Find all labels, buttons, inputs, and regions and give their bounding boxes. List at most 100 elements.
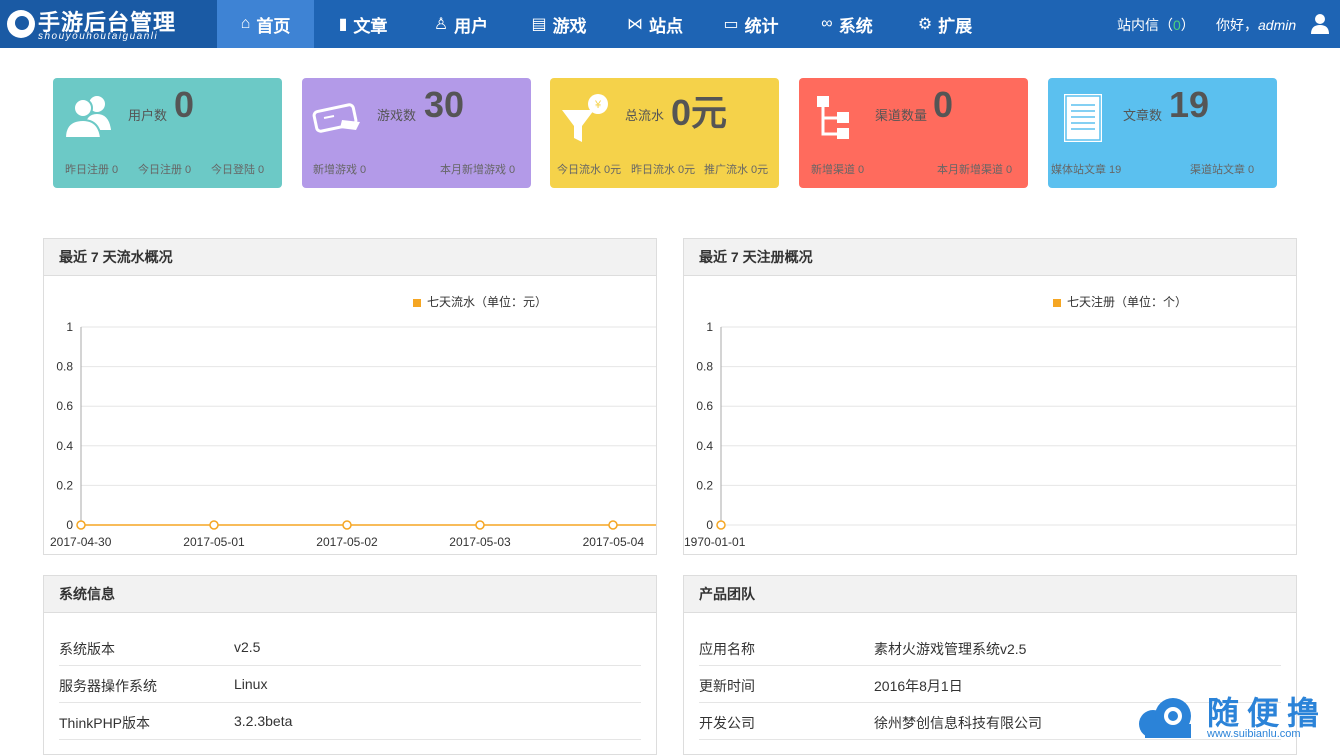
- nav-label: 系统: [838, 16, 873, 36]
- nav-home[interactable]: ⌂ 首页: [217, 0, 314, 48]
- x-tick-label: 1970-01-01: [684, 535, 746, 549]
- x-tick-label: 2017-05-04: [583, 535, 645, 549]
- info-key: 更新时间: [699, 678, 755, 694]
- stat-label: 文章数: [1123, 108, 1163, 123]
- watermark-url: www.suibianlu.com: [1207, 728, 1301, 740]
- inbox-label: 站内信（: [1117, 17, 1173, 33]
- stat-sub: 昨日流水 0元: [631, 164, 696, 176]
- nav-stats[interactable]: ▭ 统计: [708, 0, 794, 48]
- info-key: 服务器操作系统: [59, 678, 157, 694]
- panel-title: 产品团队: [684, 576, 1296, 613]
- nav-label: 文章: [353, 16, 388, 36]
- x-tick-label: 2017-05-01: [183, 535, 245, 549]
- document-icon: ▤: [531, 16, 547, 33]
- inbox-suffix: ）: [1180, 17, 1195, 33]
- data-point: [716, 520, 726, 530]
- greeting-text: 你好，: [1216, 17, 1258, 33]
- inbox-link[interactable]: 站内信（0）: [1117, 15, 1195, 35]
- info-value: 徐州梦创信息科技有限公司: [874, 715, 1042, 731]
- stat-sub: 今日注册 0: [138, 164, 192, 176]
- panel-title: 最近 7 天流水概况: [44, 239, 656, 276]
- x-tick-label: 2017-05-02: [316, 535, 378, 549]
- nav-sites[interactable]: ⋈ 站点: [612, 0, 698, 48]
- logo-subtitle: shouyouhoutaiguanli: [38, 31, 159, 42]
- info-value: 2016年8月1日: [874, 678, 963, 694]
- nav-articles[interactable]: ▮ 文章: [320, 0, 406, 48]
- svg-text:¥: ¥: [594, 99, 602, 111]
- stat-label: 总流水: [625, 108, 665, 123]
- sitemap-icon: [817, 96, 849, 139]
- watermark: 随便撸 www.suibianlu.com: [1133, 688, 1333, 744]
- stat-sub: 本月新增游戏 0: [440, 164, 516, 176]
- gamepad-icon: [312, 103, 360, 133]
- stat-label: 游戏数: [377, 108, 417, 123]
- data-point: [76, 520, 86, 530]
- user-avatar-icon[interactable]: [1310, 13, 1330, 35]
- nav-extend[interactable]: ⚙ 扩展: [902, 0, 988, 48]
- y-tick-label: 0.2: [696, 478, 713, 492]
- x-tick-label: 2017-04-30: [50, 535, 112, 549]
- user-greeting[interactable]: 你好，admin: [1216, 15, 1296, 35]
- y-tick-label: 0.6: [56, 399, 73, 413]
- stat-value: 0: [174, 84, 195, 125]
- y-tick-label: 1: [706, 320, 713, 334]
- username: admin: [1258, 17, 1297, 33]
- revenue-panel: 最近 7 天流水概况 七天流水（单位：元） 0 0.2 0.4 0.6 0.8 1 2017…: [43, 238, 657, 555]
- data-point: [342, 520, 352, 530]
- info-value: Linux: [234, 676, 268, 692]
- stat-label: 渠道数量: [875, 108, 928, 123]
- panel-title: 系统信息: [44, 576, 656, 613]
- stat-sub: 新增渠道 0: [811, 164, 865, 176]
- info-row: 服务器操作系统 Linux: [59, 666, 641, 703]
- stat-card-revenue: ¥ 总流水 0元 今日流水 0元 昨日流水 0元 推广流水 0元: [550, 78, 779, 188]
- system-info-panel: 系统信息 系统版本 v2.5 服务器操作系统 Linux ThinkPHP版本 3.2…: [43, 575, 657, 755]
- nav-label: 首页: [256, 16, 291, 36]
- stat-sub: 昨日注册 0: [65, 164, 119, 176]
- stat-value: 19: [1169, 84, 1210, 125]
- stat-label: 用户数: [128, 108, 168, 123]
- register-chart: 0 0.2 0.4 0.6 0.8 1 1970-01-01: [684, 320, 1296, 549]
- info-key: ThinkPHP版本: [59, 715, 151, 731]
- y-tick-label: 0.4: [56, 439, 73, 453]
- info-row: 系统版本 v2.5: [59, 629, 641, 666]
- nav-label: 站点: [649, 16, 683, 36]
- monitor-icon: ▭: [723, 16, 739, 33]
- stat-sub: 本月新增渠道 0: [937, 164, 1013, 176]
- nav-games[interactable]: ▤ 游戏: [516, 0, 602, 48]
- logo[interactable]: 手游后台管理 shouyouhoutaiguanli: [0, 0, 217, 48]
- stat-value: 30: [424, 84, 465, 125]
- y-tick-label: 0.8: [56, 360, 73, 374]
- data-point: [475, 520, 485, 530]
- info-row: 应用名称 素材火游戏管理系统v2.5: [699, 629, 1281, 666]
- y-tick-label: 1: [66, 320, 73, 334]
- info-key: 系统版本: [59, 641, 115, 657]
- y-tick-label: 0.6: [696, 399, 713, 413]
- stat-sub: 今日流水 0元: [557, 164, 622, 176]
- gear-icon: ⚙: [917, 16, 933, 33]
- bar-chart-icon: ▮: [338, 16, 348, 33]
- y-tick-label: 0.8: [696, 360, 713, 374]
- stat-sub: 推广流水 0元: [704, 164, 769, 176]
- y-tick-label: 0.4: [696, 439, 713, 453]
- register-panel: 最近 7 天注册概况 七天注册（单位：个） 0 0.2 0.4 0.6 0.8 1 1970…: [683, 238, 1297, 555]
- nav-system[interactable]: ∞ 系统: [804, 0, 890, 48]
- user-icon: ♙: [433, 16, 449, 33]
- x-tick-label: 2017-05-03: [449, 535, 511, 549]
- link-icon: ∞: [821, 15, 833, 32]
- stat-value: 0元: [671, 92, 728, 133]
- stat-sub: 新增游戏 0: [313, 164, 367, 176]
- nav-users[interactable]: ♙ 用户: [418, 0, 504, 48]
- inbox-count: 0: [1173, 17, 1181, 33]
- info-key: 开发公司: [699, 715, 755, 731]
- y-tick-label: 0.2: [56, 478, 73, 492]
- funnel-yen-icon: ¥: [562, 94, 608, 142]
- nav-label: 游戏: [552, 16, 587, 36]
- top-navbar: 手游后台管理 shouyouhoutaiguanli ⌂ 首页 ▮ 文章 ♙ 用户 ▤…: [0, 0, 1340, 48]
- nav-label: 统计: [744, 16, 779, 36]
- y-tick-label: 0: [66, 518, 73, 532]
- stat-sub: 渠道站文章 0: [1190, 164, 1255, 176]
- home-icon: ⌂: [240, 15, 251, 32]
- share-icon: ⋈: [627, 16, 643, 33]
- info-value: 3.2.3beta: [234, 713, 293, 729]
- data-point: [608, 520, 618, 530]
